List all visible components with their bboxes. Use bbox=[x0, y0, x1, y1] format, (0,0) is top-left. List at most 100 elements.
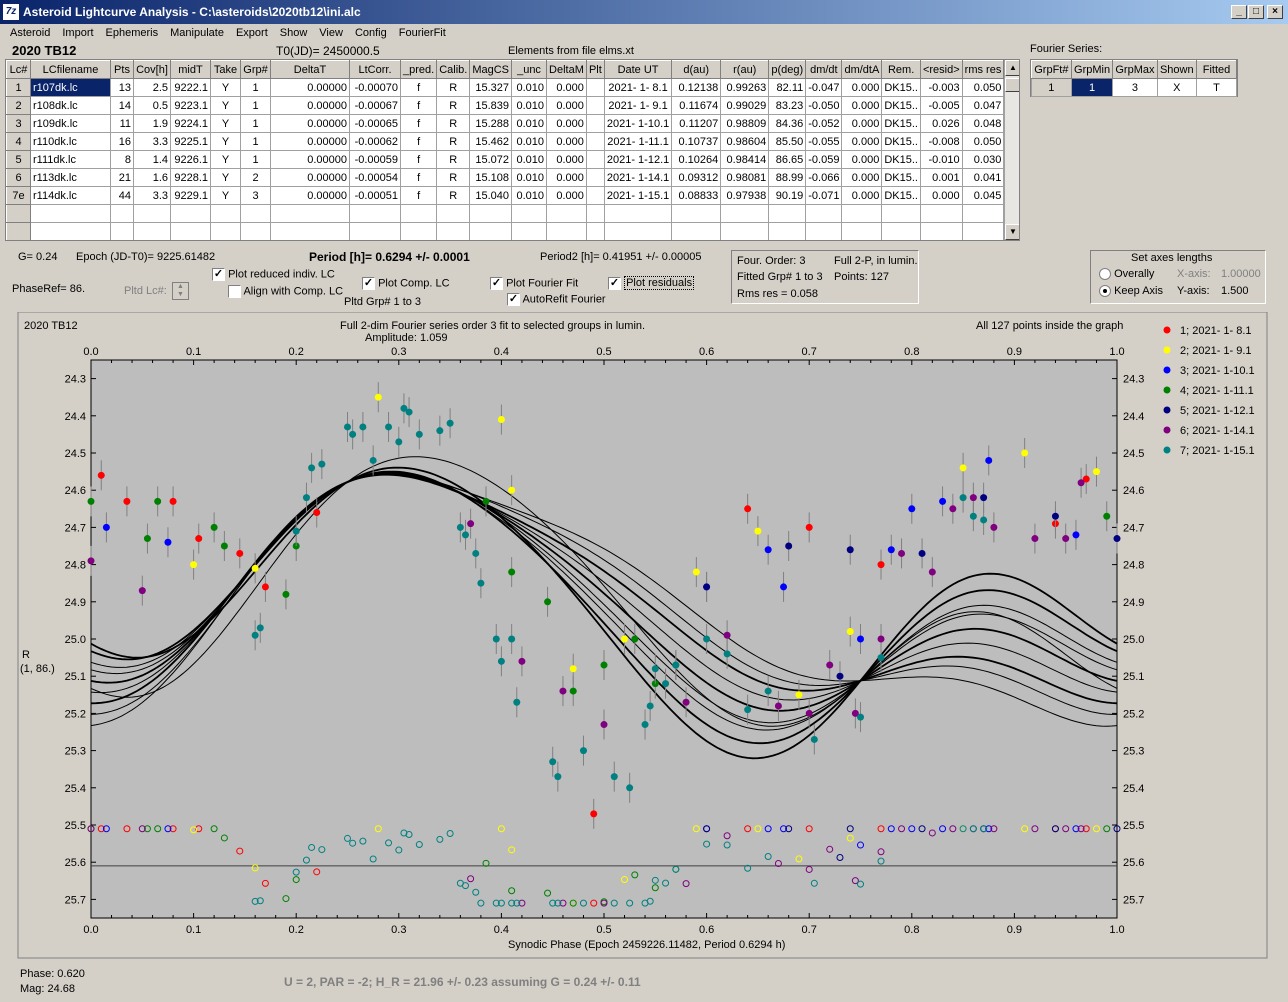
lc-cell[interactable]: 15.327 bbox=[469, 78, 513, 97]
lc-cell[interactable]: 0.09312 bbox=[671, 168, 722, 187]
lc-cell[interactable]: -0.00067 bbox=[349, 96, 401, 115]
lc-table-row[interactable]: 6 r113dk.lc 21 1.6 9228.1 Y 2 0.00000 -0.00054 f R… bbox=[6, 168, 1005, 187]
lc-cell[interactable]: 15.072 bbox=[469, 150, 513, 169]
lc-table-row[interactable]: 5 r111dk.lc 8 1.4 9226.1 Y 1 0.00000 -0.00059 f R 1… bbox=[6, 150, 1005, 169]
lc-cell[interactable]: 0.010 bbox=[511, 150, 548, 169]
lc-cell[interactable]: 2021- 1-12.1 bbox=[603, 150, 673, 169]
lc-table-row[interactable]: 2 r108dk.lc 14 0.5 9223.1 Y 1 0.00000 -0.00067 f R… bbox=[6, 96, 1005, 115]
lc-cell[interactable]: Y bbox=[210, 150, 241, 169]
lc-cell[interactable]: 9222.1 bbox=[170, 78, 211, 97]
lc-col-header[interactable]: p(deg) bbox=[768, 60, 807, 79]
lc-cell[interactable]: DK15.. bbox=[881, 186, 921, 205]
lc-cell[interactable]: R bbox=[436, 168, 471, 187]
lc-cell[interactable]: f bbox=[399, 114, 438, 133]
fs-col-grpmin[interactable]: GrpMin bbox=[1070, 60, 1114, 79]
lc-cell[interactable]: 83.23 bbox=[768, 96, 807, 115]
lc-cell[interactable] bbox=[585, 150, 605, 169]
lc-cell[interactable] bbox=[585, 186, 605, 205]
lc-cell[interactable]: f bbox=[399, 186, 438, 205]
lc-col-header[interactable]: LtCorr. bbox=[349, 60, 401, 79]
lc-cell[interactable]: 13 bbox=[110, 78, 134, 97]
lc-cell[interactable] bbox=[30, 222, 111, 240]
lc-cell[interactable]: R bbox=[436, 186, 471, 205]
lc-col-header[interactable]: Rem. bbox=[881, 60, 921, 79]
lc-cell[interactable]: 16 bbox=[110, 132, 134, 151]
lc-cell[interactable]: 0.000 bbox=[841, 186, 883, 205]
lc-cell[interactable] bbox=[110, 204, 134, 223]
lc-cell[interactable]: 6 bbox=[6, 168, 31, 187]
lc-cell[interactable]: 0.000 bbox=[841, 132, 883, 151]
lc-cell[interactable]: 0.050 bbox=[961, 78, 1005, 97]
plot-residuals-checkbox[interactable]: ✓ Plot residuals bbox=[608, 276, 695, 291]
lc-cell[interactable] bbox=[6, 204, 31, 223]
lc-cell[interactable]: 0.000 bbox=[546, 186, 587, 205]
lc-cell[interactable]: 1 bbox=[240, 96, 271, 115]
menu-fourierfit[interactable]: FourierFit bbox=[393, 27, 452, 39]
plot-comp-checkbox[interactable]: ✓ Plot Comp. LC bbox=[362, 277, 450, 290]
lc-cell[interactable]: 0.010 bbox=[511, 132, 548, 151]
lc-cell[interactable]: 82.11 bbox=[768, 78, 807, 97]
menu-export[interactable]: Export bbox=[230, 27, 274, 39]
lc-col-header[interactable]: MagCS bbox=[469, 60, 513, 79]
lc-cell[interactable] bbox=[805, 222, 843, 240]
lc-col-header[interactable]: dm/dt bbox=[805, 60, 843, 79]
overally-radio[interactable]: Overally bbox=[1099, 268, 1154, 281]
lc-cell[interactable]: r114dk.lc bbox=[30, 186, 111, 205]
xaxis-input[interactable]: 1.00000 bbox=[1221, 268, 1261, 280]
lc-cell[interactable]: 0.12138 bbox=[671, 78, 722, 97]
lc-cell[interactable]: 9226.1 bbox=[170, 150, 211, 169]
lc-cell[interactable] bbox=[961, 222, 1005, 240]
lc-cell[interactable] bbox=[399, 222, 438, 240]
lc-cell[interactable]: 0.11674 bbox=[671, 96, 722, 115]
lc-cell[interactable]: 0.00000 bbox=[270, 168, 350, 187]
lc-col-header[interactable]: r(au) bbox=[720, 60, 770, 79]
lc-cell[interactable] bbox=[349, 222, 401, 240]
lc-cell[interactable]: 1.9 bbox=[133, 114, 171, 133]
lc-cell[interactable]: 14 bbox=[110, 96, 134, 115]
lc-cell[interactable] bbox=[585, 132, 605, 151]
lc-table-row[interactable]: 1 r107dk.lc 13 2.5 9222.1 Y 1 0.00000 -0.00070 f R… bbox=[6, 78, 1005, 97]
lc-cell[interactable]: 0.98081 bbox=[720, 168, 770, 187]
lc-cell[interactable]: 0.5 bbox=[133, 96, 171, 115]
lc-cell[interactable]: 0.000 bbox=[841, 114, 883, 133]
lc-cell[interactable] bbox=[133, 222, 171, 240]
lc-cell[interactable] bbox=[210, 222, 241, 240]
lc-cell[interactable]: 9225.1 bbox=[170, 132, 211, 151]
lc-cell[interactable] bbox=[961, 204, 1005, 223]
fs-cell-grpmin[interactable]: 1 bbox=[1070, 78, 1114, 97]
fs-col-grpmax[interactable]: GrpMax bbox=[1112, 60, 1158, 79]
lc-cell[interactable] bbox=[671, 222, 722, 240]
lc-cell[interactable]: 0.99263 bbox=[720, 78, 770, 97]
menu-asteroid[interactable]: Asteroid bbox=[4, 27, 56, 39]
lc-cell[interactable] bbox=[585, 78, 605, 97]
lc-cell[interactable] bbox=[768, 222, 807, 240]
menu-manipulate[interactable]: Manipulate bbox=[164, 27, 230, 39]
lc-col-header[interactable]: <resid> bbox=[919, 60, 963, 79]
lc-cell[interactable]: 2021- 1-11.1 bbox=[603, 132, 673, 151]
lc-col-header[interactable]: LCfilename bbox=[30, 60, 111, 79]
fs-cell-grpft[interactable]: 1 bbox=[1031, 78, 1072, 97]
fs-cell-grpmax[interactable]: 3 bbox=[1112, 78, 1158, 97]
lc-cell[interactable]: Y bbox=[210, 78, 241, 97]
lc-table-row[interactable]: 7e r114dk.lc 44 3.3 9229.1 Y 3 0.00000 -0.00051 f… bbox=[6, 186, 1005, 205]
lc-cell[interactable]: 9223.1 bbox=[170, 96, 211, 115]
lc-cell[interactable]: -0.052 bbox=[805, 114, 843, 133]
lc-cell[interactable]: 2021- 1-10.1 bbox=[603, 114, 673, 133]
scroll-up-button[interactable]: ▲ bbox=[1005, 60, 1019, 76]
lc-cell[interactable]: r108dk.lc bbox=[30, 96, 111, 115]
table-vertical-scrollbar[interactable]: ▲ ▼ bbox=[1004, 60, 1019, 240]
lc-cell[interactable]: 0.99029 bbox=[720, 96, 770, 115]
lc-table-empty-row[interactable] bbox=[6, 204, 1005, 223]
lc-cell[interactable]: r109dk.lc bbox=[30, 114, 111, 133]
lc-cell[interactable]: 8 bbox=[110, 150, 134, 169]
lc-cell[interactable] bbox=[720, 222, 770, 240]
lc-col-header[interactable]: dm/dtA bbox=[841, 60, 883, 79]
lc-cell[interactable] bbox=[585, 114, 605, 133]
lc-cell[interactable]: 3 bbox=[6, 114, 31, 133]
lc-cell[interactable]: 2021- 1-15.1 bbox=[603, 186, 673, 205]
lc-cell[interactable] bbox=[469, 222, 513, 240]
lc-cell[interactable] bbox=[881, 204, 921, 223]
lc-cell[interactable] bbox=[881, 222, 921, 240]
lc-cell[interactable] bbox=[841, 222, 883, 240]
lc-cell[interactable]: f bbox=[399, 150, 438, 169]
